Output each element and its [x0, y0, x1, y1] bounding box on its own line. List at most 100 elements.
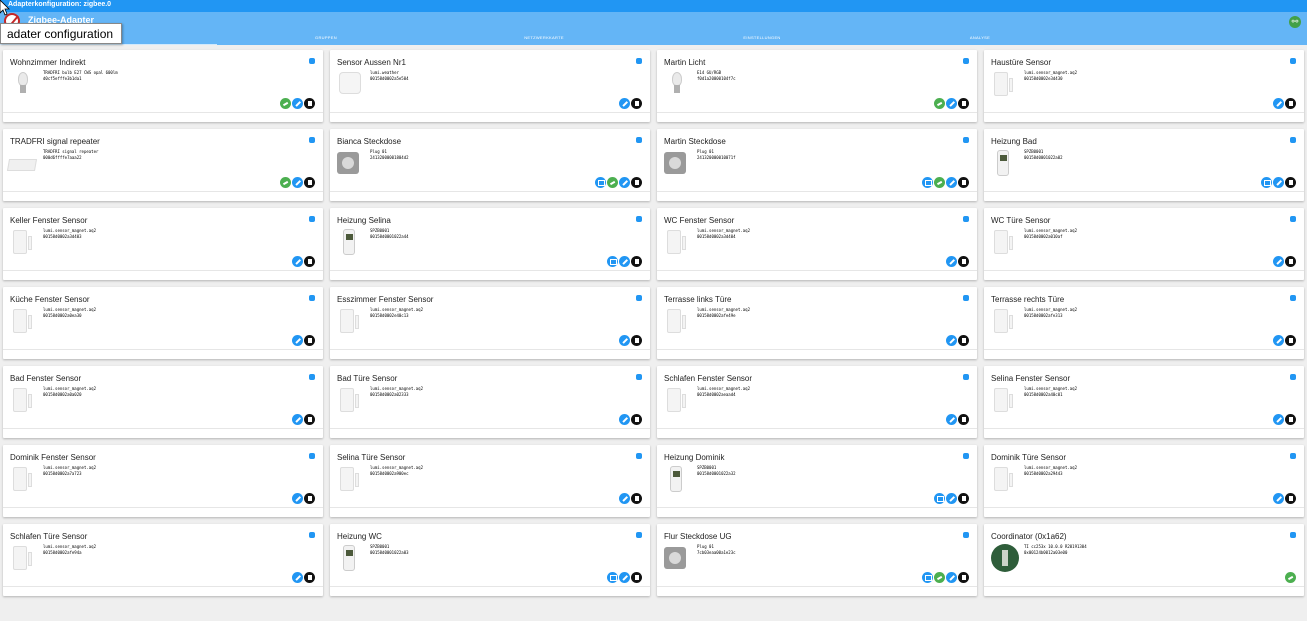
- edit-button[interactable]: [1273, 256, 1284, 267]
- info-icon[interactable]: [309, 374, 315, 380]
- delete-button[interactable]: [958, 256, 969, 267]
- info-icon[interactable]: [636, 453, 642, 459]
- edit-button[interactable]: [1273, 335, 1284, 346]
- image-button[interactable]: [607, 572, 618, 583]
- tab-groups[interactable]: GRUPPEN: [266, 35, 386, 40]
- edit-button[interactable]: [292, 177, 303, 188]
- info-icon[interactable]: [309, 58, 315, 64]
- tab-settings[interactable]: EINSTELLUNGEN: [702, 35, 822, 40]
- delete-button[interactable]: [631, 256, 642, 267]
- info-icon[interactable]: [1290, 137, 1296, 143]
- info-icon[interactable]: [963, 295, 969, 301]
- info-icon[interactable]: [1290, 532, 1296, 538]
- info-icon[interactable]: [636, 58, 642, 64]
- delete-button[interactable]: [958, 414, 969, 425]
- link-button[interactable]: [934, 572, 945, 583]
- image-button[interactable]: [934, 493, 945, 504]
- info-icon[interactable]: [963, 453, 969, 459]
- edit-button[interactable]: [292, 493, 303, 504]
- delete-button[interactable]: [958, 572, 969, 583]
- info-icon[interactable]: [963, 216, 969, 222]
- edit-button[interactable]: [619, 414, 630, 425]
- link-button[interactable]: [934, 177, 945, 188]
- delete-button[interactable]: [631, 98, 642, 109]
- info-icon[interactable]: [636, 137, 642, 143]
- tab-network-map[interactable]: NETZWERKKARTE: [484, 35, 604, 40]
- link-button[interactable]: [280, 98, 291, 109]
- delete-button[interactable]: [1285, 335, 1296, 346]
- delete-button[interactable]: [304, 335, 315, 346]
- info-icon[interactable]: [309, 137, 315, 143]
- info-icon[interactable]: [1290, 453, 1296, 459]
- info-icon[interactable]: [309, 453, 315, 459]
- edit-button[interactable]: [619, 256, 630, 267]
- image-button[interactable]: [607, 256, 618, 267]
- delete-button[interactable]: [958, 177, 969, 188]
- delete-button[interactable]: [1285, 414, 1296, 425]
- delete-button[interactable]: [1285, 256, 1296, 267]
- edit-button[interactable]: [946, 335, 957, 346]
- edit-button[interactable]: [619, 572, 630, 583]
- tab-analysis[interactable]: ANALYSE: [920, 35, 1040, 40]
- delete-button[interactable]: [958, 493, 969, 504]
- info-icon[interactable]: [1290, 58, 1296, 64]
- info-icon[interactable]: [1290, 295, 1296, 301]
- info-icon[interactable]: [636, 532, 642, 538]
- edit-button[interactable]: [292, 256, 303, 267]
- delete-button[interactable]: [304, 493, 315, 504]
- edit-button[interactable]: [946, 177, 957, 188]
- delete-button[interactable]: [958, 335, 969, 346]
- edit-button[interactable]: [1273, 414, 1284, 425]
- edit-button[interactable]: [292, 572, 303, 583]
- image-button[interactable]: [1261, 177, 1272, 188]
- delete-button[interactable]: [304, 414, 315, 425]
- info-icon[interactable]: [963, 532, 969, 538]
- link-button[interactable]: [607, 177, 618, 188]
- delete-button[interactable]: [1285, 98, 1296, 109]
- edit-button[interactable]: [292, 98, 303, 109]
- delete-button[interactable]: [631, 177, 642, 188]
- edit-button[interactable]: [619, 493, 630, 504]
- info-icon[interactable]: [636, 295, 642, 301]
- edit-button[interactable]: [1273, 98, 1284, 109]
- image-button[interactable]: [595, 177, 606, 188]
- info-icon[interactable]: [963, 137, 969, 143]
- link-button[interactable]: [1285, 572, 1296, 583]
- edit-button[interactable]: [1273, 493, 1284, 504]
- edit-button[interactable]: [946, 493, 957, 504]
- info-icon[interactable]: [309, 216, 315, 222]
- delete-button[interactable]: [304, 177, 315, 188]
- link-button[interactable]: [934, 98, 945, 109]
- edit-button[interactable]: [1273, 177, 1284, 188]
- delete-button[interactable]: [1285, 493, 1296, 504]
- delete-button[interactable]: [631, 493, 642, 504]
- delete-button[interactable]: [304, 572, 315, 583]
- edit-button[interactable]: [619, 177, 630, 188]
- edit-button[interactable]: [946, 572, 957, 583]
- delete-button[interactable]: [304, 98, 315, 109]
- info-icon[interactable]: [636, 374, 642, 380]
- edit-button[interactable]: [292, 414, 303, 425]
- link-icon[interactable]: ⚯: [1289, 16, 1301, 28]
- info-icon[interactable]: [1290, 374, 1296, 380]
- edit-button[interactable]: [946, 98, 957, 109]
- edit-button[interactable]: [292, 335, 303, 346]
- edit-button[interactable]: [619, 98, 630, 109]
- delete-button[interactable]: [631, 335, 642, 346]
- edit-button[interactable]: [946, 256, 957, 267]
- edit-button[interactable]: [946, 414, 957, 425]
- image-button[interactable]: [922, 572, 933, 583]
- delete-button[interactable]: [631, 572, 642, 583]
- delete-button[interactable]: [631, 414, 642, 425]
- info-icon[interactable]: [1290, 216, 1296, 222]
- info-icon[interactable]: [963, 58, 969, 64]
- info-icon[interactable]: [309, 532, 315, 538]
- info-icon[interactable]: [636, 216, 642, 222]
- delete-button[interactable]: [958, 98, 969, 109]
- link-button[interactable]: [280, 177, 291, 188]
- info-icon[interactable]: [309, 295, 315, 301]
- image-button[interactable]: [922, 177, 933, 188]
- delete-button[interactable]: [1285, 177, 1296, 188]
- delete-button[interactable]: [304, 256, 315, 267]
- info-icon[interactable]: [963, 374, 969, 380]
